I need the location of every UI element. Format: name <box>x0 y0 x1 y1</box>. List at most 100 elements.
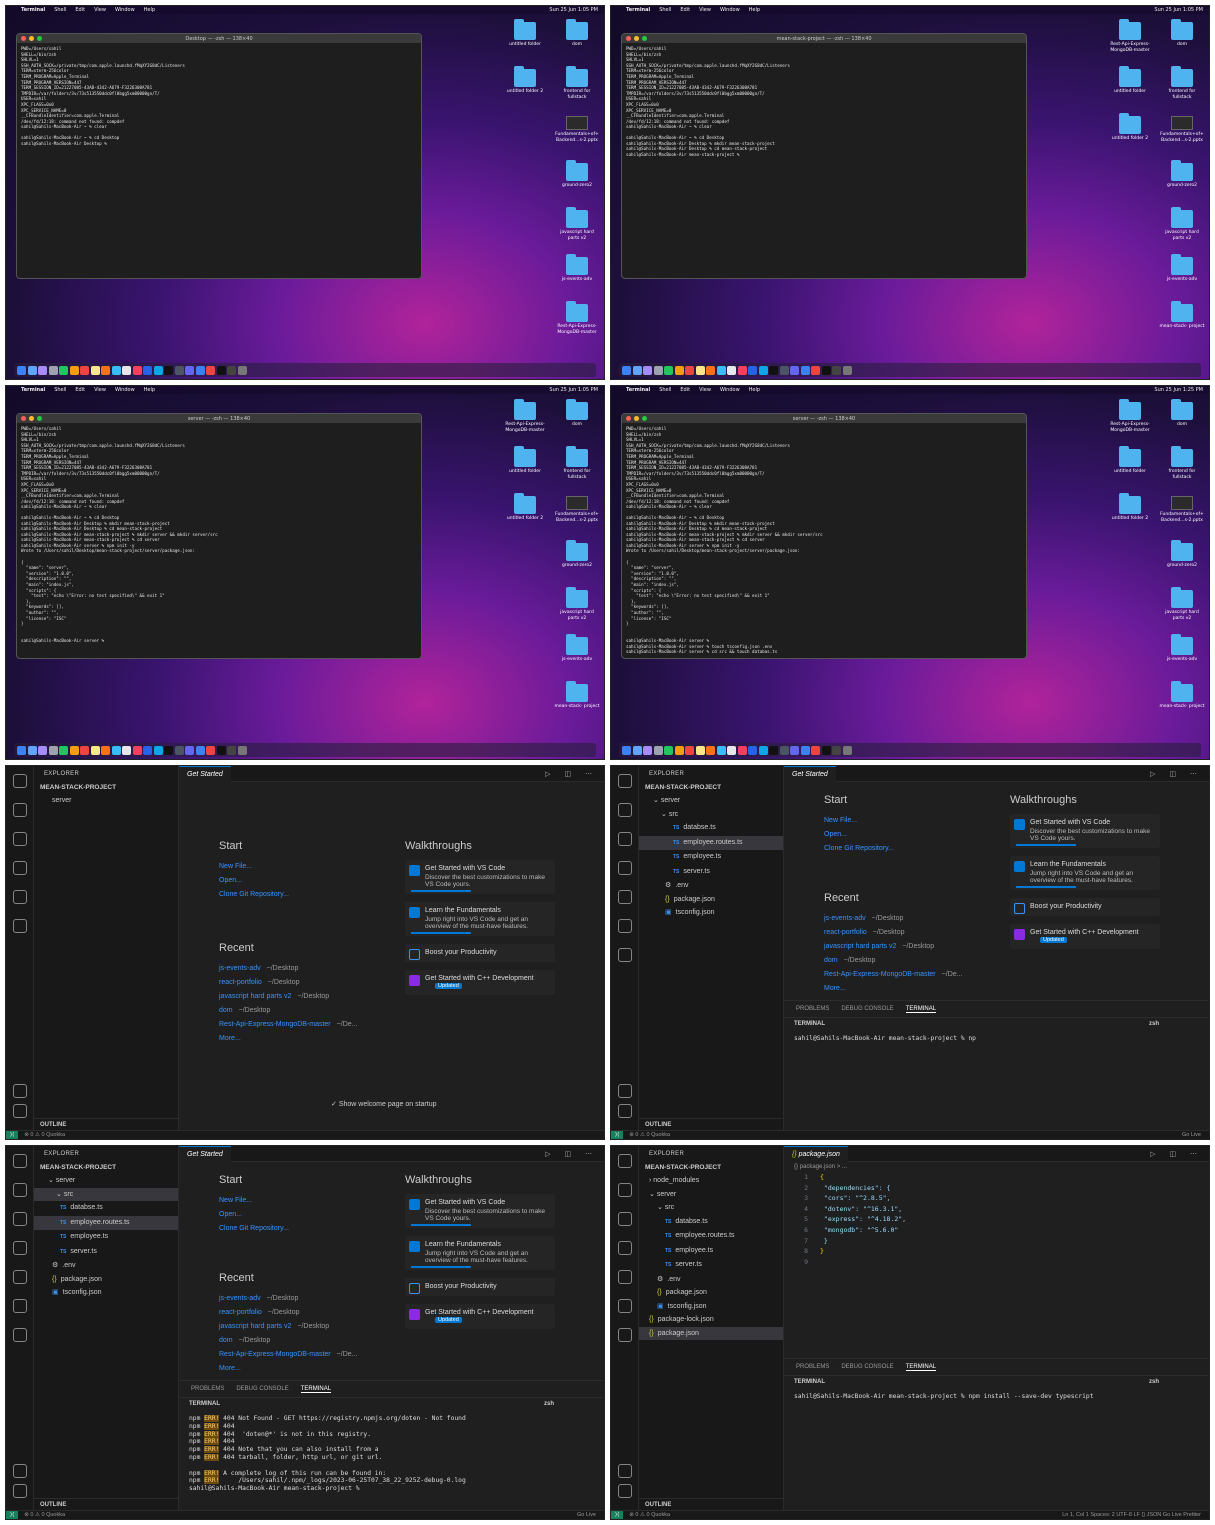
menu-shell[interactable]: Shell <box>659 387 671 393</box>
desktop-item[interactable]: Fundamentals+of+ Backend...s-2.pptx <box>1159 116 1205 144</box>
tree-folder-src[interactable]: ⌄ src <box>639 808 783 822</box>
desktop-item[interactable]: dom <box>554 399 600 428</box>
desktop-item[interactable]: ground-zero2 <box>554 160 600 189</box>
new-file-link[interactable]: New File... <box>219 860 357 874</box>
walkthrough-card[interactable]: Get Started with C++ DevelopmentUpdated <box>405 1304 555 1329</box>
tab-debug-console[interactable]: DEBUG CONSOLE <box>841 1364 893 1370</box>
extensions-icon[interactable] <box>617 1270 632 1284</box>
dock[interactable] <box>14 743 596 757</box>
outline-section[interactable]: OUTLINE <box>639 1118 783 1130</box>
walkthrough-card[interactable]: Learn the Fundamentals Jump right into VS… <box>405 902 555 936</box>
menu-view[interactable]: View <box>94 387 106 393</box>
editor-actions[interactable]: ▷ ◫ ⋯ <box>545 1150 598 1158</box>
desktop-item[interactable]: js-events-adv <box>1159 254 1205 283</box>
shell-selector[interactable]: zsh <box>544 1398 554 1410</box>
explorer-icon[interactable] <box>12 774 27 788</box>
clone-repo-link[interactable]: Clone Git Repository... <box>219 888 357 902</box>
dock[interactable] <box>619 363 1201 377</box>
tree-file[interactable]: {} package-lock.json <box>639 1313 783 1327</box>
tab-package-json[interactable]: {} package.json <box>784 1146 848 1162</box>
menu-terminal[interactable]: Terminal <box>21 387 45 393</box>
desktop-item[interactable]: untitled folder <box>1107 66 1153 95</box>
tree-file[interactable]: TS server.ts <box>639 1258 783 1273</box>
tab-get-started[interactable]: Get Started <box>784 766 836 782</box>
desktop-item[interactable]: Fundamentals+of+ Backend...s-2.pptx <box>1159 496 1205 524</box>
recent-item[interactable]: js-events-adv ~/Desktop <box>219 1292 357 1306</box>
desktop-item[interactable]: untitled folder <box>502 446 548 475</box>
search-icon[interactable] <box>617 774 632 788</box>
desktop-item[interactable]: ground-zero2 <box>1159 160 1205 189</box>
desktop-item[interactable]: untitled folder 2 <box>1107 493 1153 522</box>
recent-item[interactable]: react-portfolio ~/Desktop <box>824 926 962 940</box>
new-file-link[interactable]: New File... <box>824 814 962 828</box>
desktop-item[interactable]: javascript hard parts v2 <box>1159 587 1205 622</box>
tab-debug-console[interactable]: DEBUG CONSOLE <box>236 1386 288 1392</box>
run-debug-icon[interactable] <box>617 861 632 875</box>
run-debug-icon[interactable] <box>12 861 27 875</box>
recent-item[interactable]: js-events-adv ~/Desktop <box>219 962 357 976</box>
source-control-icon[interactable] <box>12 832 27 846</box>
clone-repo-link[interactable]: Clone Git Repository... <box>219 1222 357 1236</box>
recent-item[interactable]: react-portfolio ~/Desktop <box>219 976 357 990</box>
tree-file[interactable]: {} package.json <box>34 1273 178 1287</box>
terminal-output[interactable]: sahil@Sahils-MacBook-Air ~ % cd Desktop … <box>17 133 421 149</box>
tree-file[interactable]: TS employee.ts <box>34 1230 178 1245</box>
go-live-button[interactable]: Go Live <box>1182 1131 1201 1139</box>
menu-help[interactable]: Help <box>144 7 155 13</box>
source-control-icon[interactable] <box>12 1212 27 1226</box>
walkthrough-card[interactable]: Learn the Fundamentals Jump right into VS… <box>1010 856 1160 890</box>
search-icon[interactable] <box>617 1154 632 1168</box>
menu-view[interactable]: View <box>699 387 711 393</box>
menu-window[interactable]: Window <box>115 7 135 13</box>
account-icon[interactable] <box>618 1084 632 1098</box>
desktop-item[interactable]: ground-zero2 <box>554 540 600 569</box>
tree-file[interactable]: ⚙ .env <box>639 879 783 893</box>
tree-file[interactable]: TS employee.routes.ts <box>639 1229 783 1244</box>
project-root[interactable]: MEAN-STACK-PROJECT <box>34 1162 178 1174</box>
desktop-item[interactable]: dom <box>554 19 600 48</box>
desktop-item[interactable]: js-events-adv <box>554 634 600 663</box>
integrated-terminal[interactable]: sahil@Sahils-MacBook-Air mean-stack-proj… <box>784 1387 1209 1407</box>
account-icon[interactable] <box>13 1464 27 1478</box>
menu-help[interactable]: Help <box>144 387 155 393</box>
menu-help[interactable]: Help <box>749 387 760 393</box>
recent-item[interactable]: dom ~/Desktop <box>219 1004 357 1018</box>
account-icon[interactable] <box>618 1464 632 1478</box>
tab-terminal[interactable]: TERMINAL <box>905 1364 937 1371</box>
tree-file[interactable]: TS employee.routes.ts <box>34 1215 178 1230</box>
tree-folder-server[interactable]: ⌄ server <box>639 1188 783 1202</box>
editor-actions[interactable]: ▷ ◫ ⋯ <box>1150 1150 1203 1158</box>
tab-terminal[interactable]: TERMINAL <box>300 1386 332 1393</box>
menu-terminal[interactable]: Terminal <box>21 7 45 13</box>
remote-icon[interactable] <box>12 1299 27 1313</box>
more-link[interactable]: More... <box>824 982 962 996</box>
tree-folder-server[interactable]: ⌄ server <box>639 794 783 808</box>
desktop-item[interactable]: Rest-Api-Express- MongoDB-master <box>1107 399 1153 434</box>
menu-window[interactable]: Window <box>720 387 740 393</box>
tree-file[interactable]: TS employee.ts <box>639 850 783 865</box>
desktop-item[interactable]: javascript hard parts v2 <box>1159 207 1205 242</box>
tree-file[interactable]: ▣ tsconfig.json <box>34 1286 178 1300</box>
git-graph-icon[interactable] <box>12 1328 27 1342</box>
menu-view[interactable]: View <box>699 7 711 13</box>
gear-icon[interactable] <box>618 1484 632 1498</box>
outline-section[interactable]: OUTLINE <box>639 1498 783 1510</box>
recent-item[interactable]: js-events-adv ~/Desktop <box>824 912 962 926</box>
tab-problems[interactable]: PROBLEMS <box>796 1364 829 1370</box>
desktop-item[interactable]: frontend for fullstack <box>554 446 600 481</box>
menu-view[interactable]: View <box>94 7 106 13</box>
explorer-icon[interactable] <box>12 1183 27 1197</box>
desktop-item[interactable]: Rest-Api-Express- MongoDB-master <box>1107 19 1153 54</box>
tree-file[interactable]: TS server.ts <box>639 865 783 880</box>
terminal-output[interactable]: sahil@Sahils-MacBook-Air ~ % cd Desktop … <box>622 133 1026 160</box>
extensions-icon[interactable] <box>12 1270 27 1284</box>
source-control-icon[interactable] <box>617 1212 632 1226</box>
tree-folder-node-modules[interactable]: › node_modules <box>639 1174 783 1188</box>
walkthrough-card[interactable]: Get Started with C++ DevelopmentUpdated <box>1010 924 1160 949</box>
menu-help[interactable]: Help <box>749 7 760 13</box>
gear-icon[interactable] <box>618 1104 632 1118</box>
desktop-item[interactable]: frontend for fullstack <box>554 66 600 101</box>
desktop-item[interactable]: mean-stack- project <box>1159 301 1205 330</box>
terminal-output-tail[interactable]: sahil@Sahils-MacBook-Air server % touch … <box>622 644 1026 658</box>
desktop-item[interactable]: Rest-Api-Express- MongoDB-master <box>554 301 600 336</box>
